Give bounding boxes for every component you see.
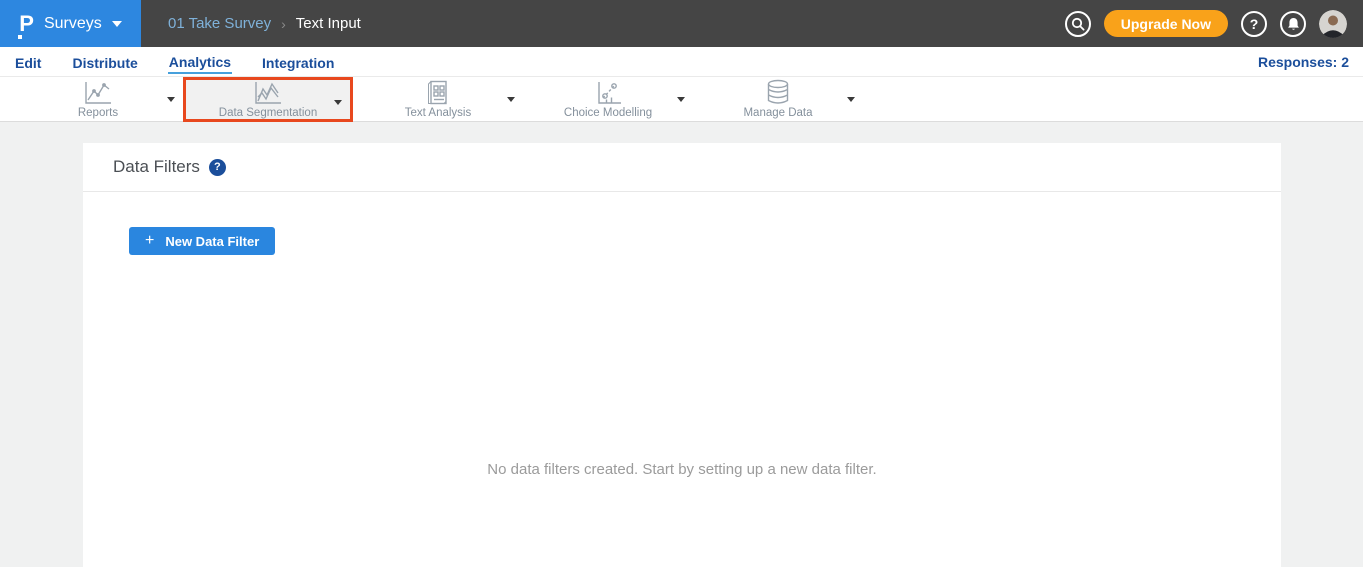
toolbar-item-reports[interactable]: Reports [13, 77, 183, 122]
questionpro-logo-icon: P [19, 13, 34, 35]
chevron-down-icon [112, 21, 122, 27]
data-filters-help-icon[interactable]: ? [209, 159, 226, 176]
search-button[interactable] [1065, 11, 1091, 37]
header-actions: Upgrade Now ? [1065, 10, 1347, 38]
toolbar-item-label: Data Segmentation [219, 107, 317, 119]
surveys-product-menu[interactable]: P Surveys [0, 0, 141, 47]
toolbar-item-label: Choice Modelling [564, 107, 652, 119]
avatar-photo [1319, 10, 1347, 38]
scatter-chart-icon [593, 80, 623, 106]
breadcrumb-survey-link[interactable]: 01 Take Survey [168, 15, 271, 32]
toolbar-item-choice-modelling[interactable]: Choice Modelling [523, 77, 693, 122]
question-mark-icon: ? [1250, 16, 1259, 32]
database-icon [764, 80, 792, 106]
bell-icon [1287, 17, 1300, 31]
user-avatar[interactable] [1319, 10, 1347, 38]
responses-count[interactable]: Responses: 2 [1258, 54, 1349, 70]
toolbar-item-text-analysis[interactable]: Text Analysis [353, 77, 523, 122]
empty-state-message: No data filters created. Start by settin… [83, 461, 1281, 478]
toolbar-item-label: Manage Data [743, 107, 812, 119]
analytics-toolbar: Reports Data Segmentation Text Analysis [0, 77, 1363, 122]
tab-integration[interactable]: Integration [261, 51, 335, 73]
toolbar-item-data-segmentation[interactable]: Data Segmentation [183, 77, 353, 122]
upgrade-now-button[interactable]: Upgrade Now [1104, 10, 1228, 37]
line-chart-icon [83, 80, 113, 106]
chevron-down-icon[interactable] [507, 97, 515, 102]
search-icon [1071, 17, 1085, 31]
data-filters-card: Data Filters ? + New Data Filter No data… [83, 143, 1281, 567]
toolbar-item-label: Reports [78, 107, 118, 119]
content-area: Data Filters ? + New Data Filter No data… [0, 122, 1363, 567]
chevron-down-icon[interactable] [677, 97, 685, 102]
new-data-filter-button[interactable]: + New Data Filter [129, 227, 275, 255]
breadcrumb-separator-icon: › [281, 16, 286, 32]
multi-line-chart-icon [253, 80, 283, 106]
document-grid-icon [423, 80, 453, 106]
product-name: Surveys [44, 15, 102, 33]
card-header: Data Filters ? [83, 143, 1281, 192]
top-header: P Surveys 01 Take Survey › Text Input Up… [0, 0, 1363, 47]
chevron-down-icon[interactable] [847, 97, 855, 102]
breadcrumb: 01 Take Survey › Text Input [168, 15, 361, 32]
page-title: Data Filters [113, 157, 200, 177]
notifications-button[interactable] [1280, 11, 1306, 37]
toolbar-item-label: Text Analysis [405, 107, 471, 119]
help-button[interactable]: ? [1241, 11, 1267, 37]
tab-edit[interactable]: Edit [14, 51, 42, 73]
toolbar-item-manage-data[interactable]: Manage Data [693, 77, 863, 122]
chevron-down-icon[interactable] [167, 97, 175, 102]
chevron-down-icon[interactable] [334, 100, 342, 105]
breadcrumb-current-page: Text Input [296, 15, 361, 32]
survey-nav: Edit Distribute Analytics Integration Re… [0, 47, 1363, 77]
plus-icon: + [145, 233, 154, 249]
new-data-filter-label: New Data Filter [165, 234, 259, 249]
tab-analytics[interactable]: Analytics [168, 50, 232, 74]
tab-distribute[interactable]: Distribute [71, 51, 138, 73]
